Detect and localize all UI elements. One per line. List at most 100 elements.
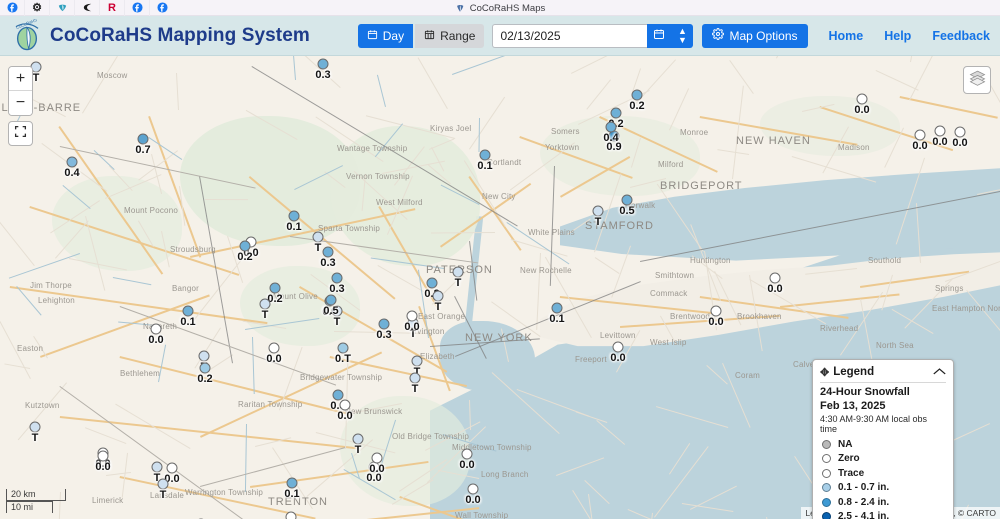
page-title: CoCoRaHS Mapping System [50,24,310,46]
station-dot[interactable] [317,58,329,70]
move-icon[interactable]: ✥ [820,366,829,379]
cocorahs-icon[interactable] [50,0,75,16]
station-dot[interactable] [259,298,271,310]
station-dot[interactable] [151,461,163,473]
station-dot[interactable] [461,448,473,460]
legend-panel[interactable]: ✥ Legend 24-Hour Snowfall Feb 13, 2025 4… [812,359,954,519]
station-dot[interactable] [914,129,926,141]
station-value: T [159,489,167,501]
map-options-button[interactable]: Map Options [702,23,808,48]
station-dot[interactable] [137,133,149,145]
zoom-out-button[interactable]: − [9,91,32,115]
range-button-label: Range [440,28,476,43]
station-dot[interactable] [182,305,194,317]
station-value: 0.1 [284,488,300,500]
station-dot[interactable] [198,350,210,362]
station-dot[interactable] [378,318,390,330]
station-dot[interactable] [150,323,162,335]
station-dot[interactable] [286,477,298,489]
station-dot[interactable] [199,362,211,374]
station-dot[interactable] [631,89,643,101]
station-dot[interactable] [426,277,438,289]
date-input[interactable] [492,23,648,48]
station-value: 0.0 [459,459,475,471]
layers-button[interactable] [963,66,991,94]
station-dot[interactable] [605,121,617,133]
station-dot[interactable] [551,302,563,314]
nav-link-help[interactable]: Help [884,29,911,43]
station-dot[interactable] [592,205,604,217]
map-canvas[interactable]: MoscowWILKES-BARREMount PoconoStroudsbur… [0,56,1000,519]
day-button[interactable]: Day [357,23,414,48]
station-value: 0.T [335,353,351,365]
station-dot[interactable] [331,272,343,284]
station-dot[interactable] [411,355,423,367]
station-dot[interactable] [769,272,781,284]
station-dot[interactable] [467,483,479,495]
facebook-icon-2[interactable] [125,0,150,16]
station-dot[interactable] [452,266,464,278]
station-dot[interactable] [339,399,351,411]
station-dot[interactable] [954,126,966,138]
nav-link-home[interactable]: Home [829,29,864,43]
station-dot[interactable] [312,231,324,243]
fullscreen-button[interactable] [8,121,33,146]
station-dot[interactable] [97,450,109,462]
legend-item[interactable]: 0.8 - 2.4 in. [820,495,946,510]
legend-item-label: Trace [838,467,865,479]
station-dot[interactable] [934,125,946,137]
rutgers-icon[interactable]: R [100,0,125,16]
station-dot[interactable] [29,421,41,433]
station-dot[interactable] [166,462,178,474]
date-stepper[interactable]: ▲ ▼ [671,23,694,48]
station-dot[interactable] [269,282,281,294]
calendar-picker-button[interactable] [647,23,672,48]
station-dot[interactable] [285,511,297,519]
legend-item[interactable]: Zero [820,452,946,467]
station-dot[interactable] [288,210,300,222]
station-dot[interactable] [157,478,169,490]
chevron-up-icon: ▲ [677,26,687,36]
station-dot[interactable] [337,342,349,354]
station-dot[interactable] [621,194,633,206]
station-value: 0.0 [708,316,724,328]
station-dot[interactable] [325,294,337,306]
calendar-day-icon [367,29,378,43]
station-dot[interactable] [66,156,78,168]
station-dot[interactable] [432,290,444,302]
calendar-icon [653,28,665,43]
nav-link-feedback[interactable]: Feedback [932,29,990,43]
station-dot[interactable] [409,372,421,384]
station-value: 0.0 [952,137,968,149]
legend-item[interactable]: NA [820,437,946,452]
station-value: 0.0 [610,352,626,364]
station-dot[interactable] [332,389,344,401]
station-dot[interactable] [352,433,364,445]
station-dot[interactable] [856,93,868,105]
station-dot[interactable] [406,310,418,322]
station-value: T [354,444,362,456]
station-value: 0.0 [404,321,420,333]
station-dot[interactable] [612,341,624,353]
facebook-icon-3[interactable] [150,0,175,16]
station-value: T [411,383,419,395]
legend-item[interactable]: Trace [820,466,946,481]
gear-icon[interactable]: ⚙ [25,0,50,16]
station-value: T [434,301,442,313]
station-dot[interactable] [479,149,491,161]
c-logo-icon[interactable] [75,0,100,16]
station-value: 0.2 [237,251,253,263]
zoom-in-button[interactable]: + [9,67,32,91]
station-dot[interactable] [710,305,722,317]
legend-item[interactable]: 2.5 - 4.1 in. [820,510,946,519]
facebook-icon[interactable] [0,0,25,16]
chevron-up-icon[interactable] [933,365,946,379]
station-dot[interactable] [610,107,622,119]
station-dot[interactable] [322,246,334,258]
station-dot[interactable] [371,452,383,464]
station-dot[interactable] [268,342,280,354]
legend-item[interactable]: 0.1 - 0.7 in. [820,481,946,496]
station-dot[interactable] [239,240,251,252]
station-value: 0.3 [315,69,331,81]
range-button[interactable]: Range [415,23,485,48]
